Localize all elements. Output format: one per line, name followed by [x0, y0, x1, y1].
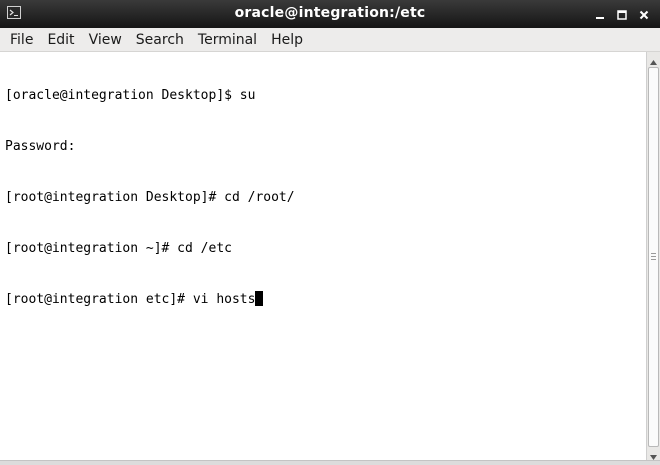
- menu-view[interactable]: View: [82, 30, 129, 50]
- scroll-down-button[interactable]: [647, 447, 660, 461]
- minimize-icon: [595, 5, 605, 24]
- terminal-line-text: [root@integration etc]# vi hosts: [5, 292, 256, 307]
- chevron-up-icon: [650, 50, 657, 69]
- menu-bar: File Edit View Search Terminal Help: [0, 28, 660, 52]
- text-cursor: [255, 291, 264, 306]
- maximize-icon: [617, 5, 627, 24]
- terminal-output[interactable]: [oracle@integration Desktop]$ su Passwor…: [0, 52, 645, 460]
- scroll-thumb[interactable]: [648, 67, 659, 447]
- close-button[interactable]: [634, 5, 654, 23]
- terminal-line: [root@integration ~]# cd /etc: [5, 241, 232, 256]
- menu-search[interactable]: Search: [129, 30, 191, 50]
- terminal-text: [oracle@integration Desktop]$ su Passwor…: [5, 53, 295, 342]
- window-title: oracle@integration:/etc: [234, 5, 426, 21]
- window-controls: [590, 5, 654, 23]
- menu-terminal[interactable]: Terminal: [191, 30, 264, 50]
- maximize-button[interactable]: [612, 5, 632, 23]
- terminal-line: Password:: [5, 139, 76, 154]
- terminal-line-current: [root@integration etc]# vi hosts: [5, 291, 295, 308]
- scroll-up-button[interactable]: [647, 52, 660, 66]
- vertical-scrollbar[interactable]: [646, 52, 660, 461]
- terminal-line: [root@integration Desktop]# cd /root/: [5, 190, 295, 205]
- grip-icon: [651, 253, 656, 260]
- minimize-button[interactable]: [590, 5, 610, 23]
- terminal-line: [oracle@integration Desktop]$ su: [5, 88, 256, 103]
- menu-edit[interactable]: Edit: [40, 30, 81, 50]
- menu-help[interactable]: Help: [264, 30, 310, 50]
- menu-file[interactable]: File: [3, 30, 40, 50]
- window-bottom-edge: [0, 460, 660, 465]
- title-bar[interactable]: oracle@integration:/etc: [0, 0, 660, 28]
- terminal-window: oracle@integration:/etc File Edit View S…: [0, 0, 660, 465]
- close-icon: [639, 5, 649, 24]
